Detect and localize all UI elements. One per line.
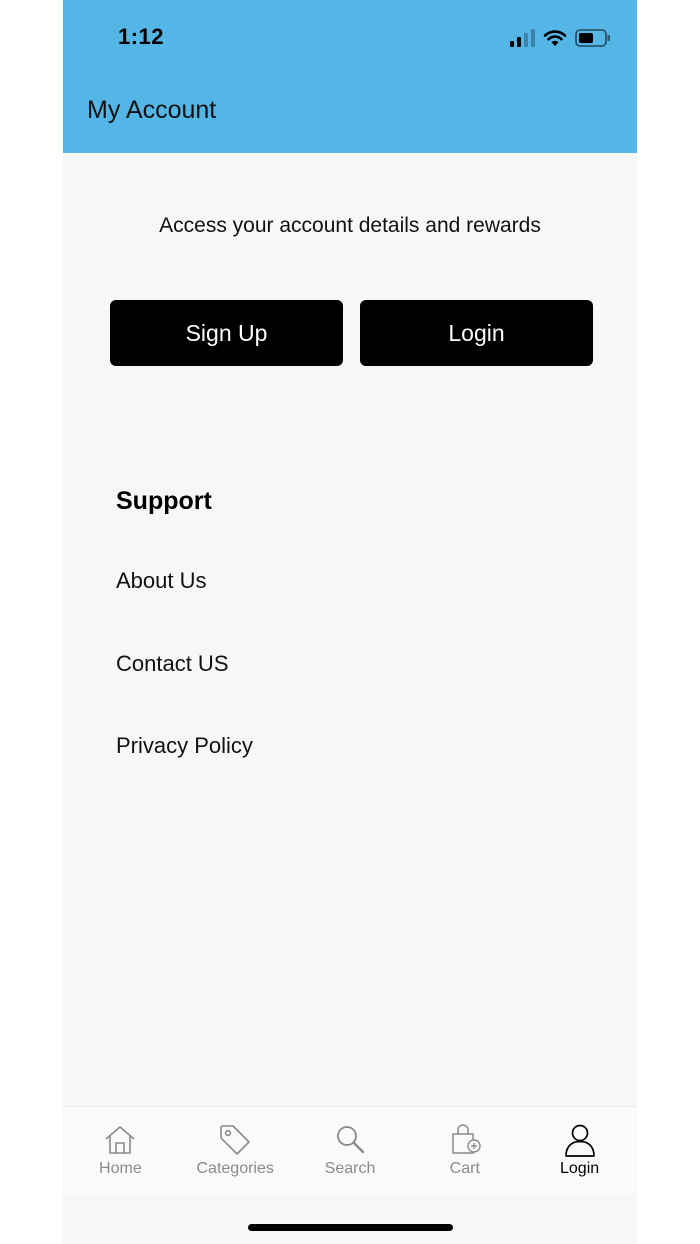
wifi-icon xyxy=(543,30,567,46)
app-header: 1:12 My Account xyxy=(63,0,637,153)
tab-home[interactable]: Home xyxy=(63,1107,178,1194)
tab-home-label: Home xyxy=(99,1160,142,1177)
tab-search[interactable]: Search xyxy=(293,1107,408,1194)
user-icon xyxy=(564,1124,595,1157)
tab-cart-label: Cart xyxy=(449,1160,480,1177)
tab-cart[interactable]: Cart xyxy=(407,1107,522,1194)
page-title: My Account xyxy=(87,96,217,124)
tab-search-label: Search xyxy=(324,1160,376,1177)
app-screen: 1:12 My Account Access your account deta… xyxy=(63,0,637,1244)
home-icon xyxy=(105,1126,135,1154)
support-heading: Support xyxy=(116,487,212,515)
status-icons xyxy=(510,27,611,49)
status-time: 1:12 xyxy=(118,24,165,49)
search-icon xyxy=(337,1126,365,1154)
battery-icon xyxy=(575,29,610,47)
tab-categories[interactable]: Categories xyxy=(178,1107,293,1194)
login-button[interactable]: Login xyxy=(360,300,593,366)
sign-up-button[interactable]: Sign Up xyxy=(110,300,343,366)
about-us-link[interactable]: About Us xyxy=(116,568,207,594)
tag-icon xyxy=(220,1125,250,1155)
cellular-signal-icon xyxy=(510,29,535,47)
bottom-tab-bar: Home Categories Search Cart Login xyxy=(63,1106,637,1194)
tab-login-label: Login xyxy=(560,1160,600,1177)
shopping-bag-icon xyxy=(452,1124,481,1154)
tab-login[interactable]: Login xyxy=(522,1107,637,1194)
privacy-policy-link[interactable]: Privacy Policy xyxy=(116,733,253,759)
contact-us-link[interactable]: Contact US xyxy=(116,651,229,677)
tab-categories-label: Categories xyxy=(196,1160,274,1177)
home-indicator xyxy=(248,1224,453,1231)
intro-text: Access your account details and rewards xyxy=(159,214,541,237)
